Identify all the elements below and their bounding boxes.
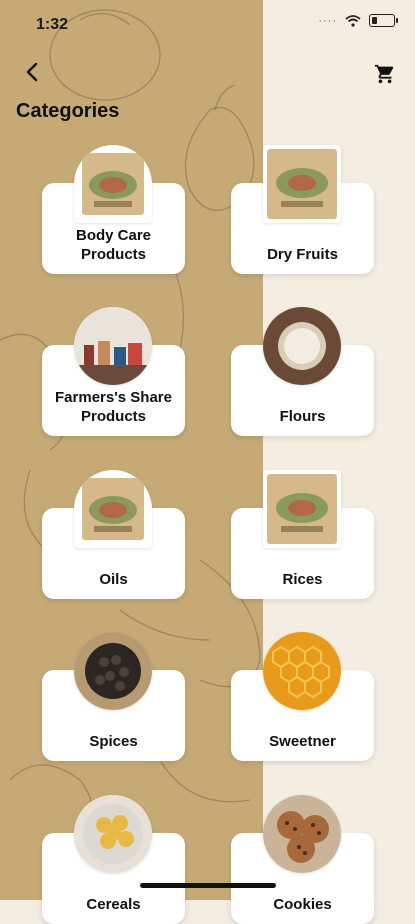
category-label: Flours [279,408,326,425]
category-label: Body Care Products [75,227,152,263]
status-time: 1:32 [36,16,69,33]
cart-icon [374,64,394,84]
category-label: Cereals [86,896,141,913]
category-image-product-pack [263,470,341,548]
status-bar: 1:32 ···· [0,0,415,46]
category-label: Spices [89,733,138,750]
category-label: Sweetner [269,733,336,750]
wifi-icon [345,14,361,27]
signal-icon: ···· [318,14,337,27]
category-image-product-pack [263,145,341,223]
status-icons: ···· [318,14,398,27]
category-image-product-pack [74,470,152,548]
category-label: Farmers's Share Products [55,389,172,425]
chevron-left-icon [26,62,38,82]
category-label: Oils [99,571,128,588]
background-right-panel [263,0,415,900]
category-image-flour-bowl [263,307,341,385]
category-image-cookies [263,795,341,873]
battery-icon [369,14,398,27]
category-image-peppercorns [74,632,152,710]
background-left-panel [0,0,263,900]
cart-button[interactable] [371,60,399,88]
back-button[interactable] [18,58,46,86]
category-image-cornflakes [74,795,152,873]
category-label: Rices [282,571,323,588]
category-label: Cookies [273,896,332,913]
page-title: Categories [16,100,120,122]
home-indicator [140,883,276,888]
category-image-honeycomb [263,632,341,710]
category-image-product-pack [74,145,152,223]
category-label: Dry Fruits [267,246,338,263]
category-image-farmers-products [74,307,152,385]
